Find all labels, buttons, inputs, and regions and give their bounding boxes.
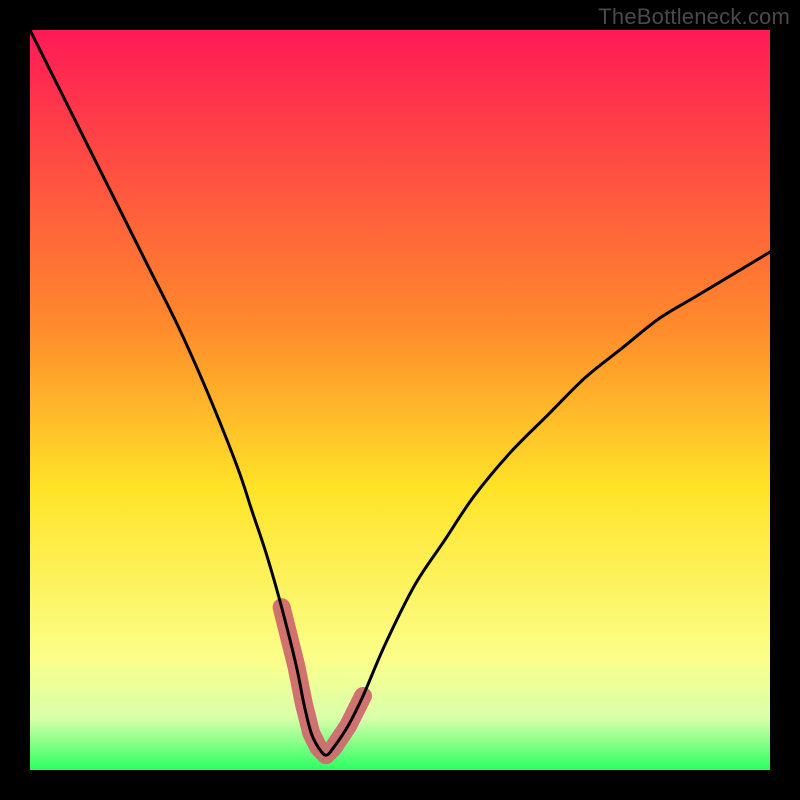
plot-area [30,30,770,770]
bottleneck-chart [30,30,770,770]
watermark-text: TheBottleneck.com [598,4,790,30]
chart-frame: TheBottleneck.com [0,0,800,800]
gradient-background [30,30,770,770]
